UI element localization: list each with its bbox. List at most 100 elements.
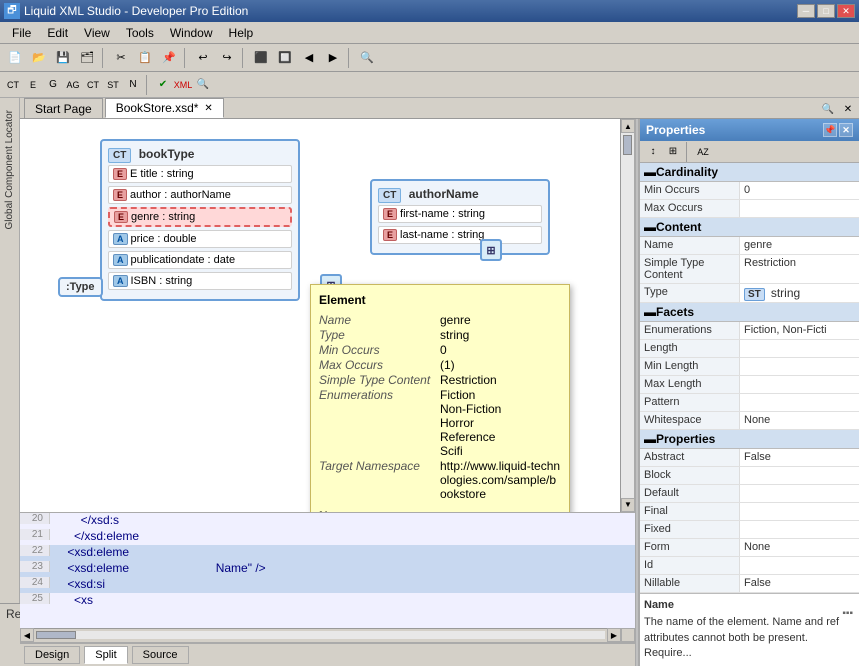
- title-element-row: E E title : string: [108, 165, 292, 183]
- minimize-button[interactable]: ─: [797, 4, 815, 18]
- nillable-val[interactable]: False: [740, 575, 859, 592]
- scrollbar-v[interactable]: ▲ ▼: [620, 119, 634, 512]
- tb-btn-5[interactable]: 🔍: [356, 47, 378, 69]
- tb-btn-3[interactable]: ◀: [298, 47, 320, 69]
- close-button[interactable]: ✕: [837, 4, 855, 18]
- sec-btn-5[interactable]: CT: [84, 76, 102, 94]
- tab-start-page[interactable]: Start Page: [24, 98, 103, 118]
- sec-btn-2[interactable]: E: [24, 76, 42, 94]
- enumerations-val[interactable]: Fiction, Non-Ficti: [740, 322, 859, 339]
- firstname-row: E first-name : string: [378, 205, 542, 223]
- content-name-val[interactable]: genre: [740, 237, 859, 254]
- tb-btn-4[interactable]: ▶: [322, 47, 344, 69]
- min-length-val[interactable]: [740, 358, 859, 375]
- scroll-left-btn[interactable]: ◀: [20, 628, 34, 642]
- props-section-props[interactable]: ▬ Properties: [640, 430, 859, 449]
- tooltip-notes-title: Notes: [319, 509, 561, 512]
- max-occurs-val[interactable]: [740, 200, 859, 217]
- sec-btn-1[interactable]: CT: [4, 76, 22, 94]
- restore-button[interactable]: □: [817, 4, 835, 18]
- paste-button[interactable]: 📌: [158, 47, 180, 69]
- genre-element-row[interactable]: E genre : string: [108, 207, 292, 227]
- default-val[interactable]: [740, 485, 859, 502]
- props-sort-btn[interactable]: ↕: [644, 143, 662, 161]
- cut-button[interactable]: ✂: [110, 47, 132, 69]
- id-val[interactable]: [740, 557, 859, 574]
- tab-source[interactable]: Source: [132, 646, 189, 664]
- tooltip-targetns-label: Target Namespace: [319, 459, 439, 473]
- nillable-key: Nillable: [640, 575, 740, 592]
- sep-sec: [146, 75, 150, 95]
- props-row-minoccurs: Min Occurs 0: [640, 182, 859, 200]
- abstract-val[interactable]: False: [740, 449, 859, 466]
- tooltip-grid: Name genre Type string Min Occurs 0 Max …: [319, 313, 561, 501]
- tab-split[interactable]: Split: [84, 646, 127, 664]
- pattern-val[interactable]: [740, 394, 859, 411]
- undo-button[interactable]: ↩: [192, 47, 214, 69]
- app-icon: 🗗: [4, 3, 20, 19]
- tooltip-name-label: Name: [319, 313, 439, 327]
- menu-tools[interactable]: Tools: [118, 24, 162, 42]
- menu-file[interactable]: File: [4, 24, 39, 42]
- form-key: Form: [640, 539, 740, 556]
- form-val[interactable]: None: [740, 539, 859, 556]
- new-button[interactable]: 📄: [4, 47, 26, 69]
- line-num-22: 22: [20, 545, 50, 556]
- min-occurs-val[interactable]: 0: [740, 182, 859, 199]
- bottom-tabs: Design Split Source: [20, 642, 635, 666]
- tab-bookstore[interactable]: BookStore.xsd* ✕: [105, 98, 224, 118]
- scroll-up-btn[interactable]: ▲: [621, 119, 635, 133]
- sec-btn-4[interactable]: AG: [64, 76, 82, 94]
- scrollbar-h[interactable]: ◀ ▶: [20, 628, 621, 642]
- whitespace-val[interactable]: None: [740, 412, 859, 429]
- fixed-val[interactable]: [740, 521, 859, 538]
- validate-button[interactable]: ✔: [154, 76, 172, 94]
- scroll-right-btn[interactable]: ▶: [607, 628, 621, 642]
- tab-design[interactable]: Design: [24, 646, 80, 664]
- length-val[interactable]: [740, 340, 859, 357]
- code-content-23: <xsd:eleme Name" />: [50, 561, 266, 575]
- props-row-maxlength: Max Length: [640, 376, 859, 394]
- menu-edit[interactable]: Edit: [39, 24, 76, 42]
- tab-close-icon[interactable]: ✕: [204, 103, 212, 114]
- tb-btn-2[interactable]: 🔲: [274, 47, 296, 69]
- block-val[interactable]: [740, 467, 859, 484]
- final-val[interactable]: [740, 503, 859, 520]
- main-toolbar: 📄 📂 💾 🗂 ✂ 📋 📌 ↩ ↪ ⬛ 🔲 ◀ ▶ 🔍: [0, 44, 859, 72]
- sec-btn-3[interactable]: G: [44, 76, 62, 94]
- open-button[interactable]: 📂: [28, 47, 50, 69]
- save-button[interactable]: 💾: [52, 47, 74, 69]
- max-length-val[interactable]: [740, 376, 859, 393]
- props-filter-btn[interactable]: ⊞: [664, 143, 682, 161]
- type-val[interactable]: ST string: [740, 284, 859, 302]
- menu-help[interactable]: Help: [221, 24, 262, 42]
- menu-window[interactable]: Window: [162, 24, 221, 42]
- xml-button[interactable]: XML: [174, 76, 192, 94]
- copy-button[interactable]: 📋: [134, 47, 156, 69]
- props-row-minlength: Min Length: [640, 358, 859, 376]
- close-tab-btn[interactable]: ✕: [839, 100, 857, 118]
- props-section-content[interactable]: ▬ Content: [640, 218, 859, 237]
- sec-btn-7[interactable]: N: [124, 76, 142, 94]
- code-line-23: 23 <xsd:eleme Name" />: [20, 561, 635, 577]
- sidebar-label: Global Component Locator: [4, 110, 15, 230]
- search-button[interactable]: 🔍: [194, 76, 212, 94]
- scroll-down-btn[interactable]: ▼: [621, 498, 635, 512]
- redo-button[interactable]: ↪: [216, 47, 238, 69]
- props-pin-btn[interactable]: 📌: [823, 123, 837, 137]
- search-tab-btn[interactable]: 🔍: [819, 100, 837, 118]
- props-section-cardinality[interactable]: ▬ Cardinality: [640, 163, 859, 182]
- authorname-header: CT authorName: [378, 187, 542, 201]
- sec-btn-6[interactable]: ST: [104, 76, 122, 94]
- tb-btn-1[interactable]: ⬛: [250, 47, 272, 69]
- props-section-facets[interactable]: ▬ Facets: [640, 303, 859, 322]
- props-az-btn[interactable]: AZ: [694, 143, 712, 161]
- save-all-button[interactable]: 🗂: [76, 47, 98, 69]
- code-line-24: 24 <xsd:si: [20, 577, 635, 593]
- scroll-thumb-h: [36, 631, 76, 639]
- simpletype-val[interactable]: Restriction: [740, 255, 859, 283]
- props-close-btn[interactable]: ✕: [839, 123, 853, 137]
- props-sep: [686, 142, 690, 162]
- menu-view[interactable]: View: [76, 24, 118, 42]
- diagram-canvas[interactable]: CT bookType E E title : string E author …: [20, 119, 635, 512]
